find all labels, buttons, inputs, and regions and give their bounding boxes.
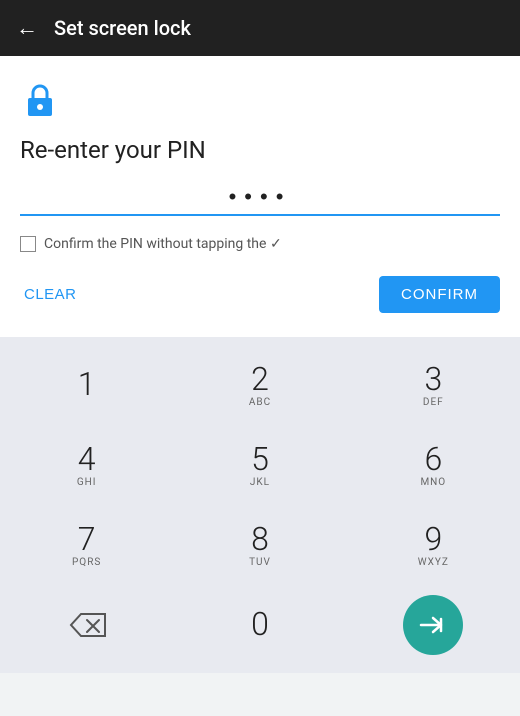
keypad-row-3: 7 PQRS 8 TUV 9 WXYZ: [0, 505, 520, 585]
pin-input-container[interactable]: [20, 180, 500, 216]
app-header: ← Set screen lock: [0, 0, 520, 56]
key-8[interactable]: 8 TUV: [180, 505, 340, 585]
content-area: Re-enter your PIN Confirm the PIN withou…: [0, 56, 520, 337]
back-button[interactable]: ←: [16, 15, 38, 41]
lock-icon: [20, 80, 60, 120]
delete-icon: [67, 610, 107, 640]
buttons-row: CLEAR CONFIRM: [20, 268, 500, 321]
header-title: Set screen lock: [54, 16, 191, 40]
key-9[interactable]: 9 WXYZ: [353, 505, 513, 585]
key-1[interactable]: 1: [7, 345, 167, 425]
done-key[interactable]: [403, 595, 463, 655]
delete-key[interactable]: [7, 585, 167, 665]
clear-button[interactable]: CLEAR: [20, 278, 81, 311]
lock-icon-container: [20, 80, 500, 124]
keypad: 1 2 ABC 3 DEF 4 GHI 5 JKL 6 MNO 7 PQRS: [0, 337, 520, 673]
checkmark-symbol: ✓: [270, 236, 282, 252]
keypad-row-1: 1 2 ABC 3 DEF: [0, 345, 520, 425]
key-7[interactable]: 7 PQRS: [7, 505, 167, 585]
key-5[interactable]: 5 JKL: [180, 425, 340, 505]
key-0[interactable]: 0: [180, 585, 340, 665]
confirm-button[interactable]: CONFIRM: [379, 276, 500, 313]
done-arrow-icon: [419, 615, 447, 635]
keypad-row-4: 0: [0, 585, 520, 665]
keypad-row-2: 4 GHI 5 JKL 6 MNO: [0, 425, 520, 505]
confirm-checkbox[interactable]: [20, 236, 36, 252]
done-key-wrapper: [353, 585, 513, 665]
checkbox-row[interactable]: Confirm the PIN without tapping the ✓: [20, 236, 500, 252]
key-3[interactable]: 3 DEF: [353, 345, 513, 425]
prompt-title: Re-enter your PIN: [20, 136, 500, 164]
key-2[interactable]: 2 ABC: [180, 345, 340, 425]
key-6[interactable]: 6 MNO: [353, 425, 513, 505]
key-4[interactable]: 4 GHI: [7, 425, 167, 505]
pin-input[interactable]: [20, 180, 500, 216]
checkbox-label: Confirm the PIN without tapping the ✓: [44, 236, 282, 252]
